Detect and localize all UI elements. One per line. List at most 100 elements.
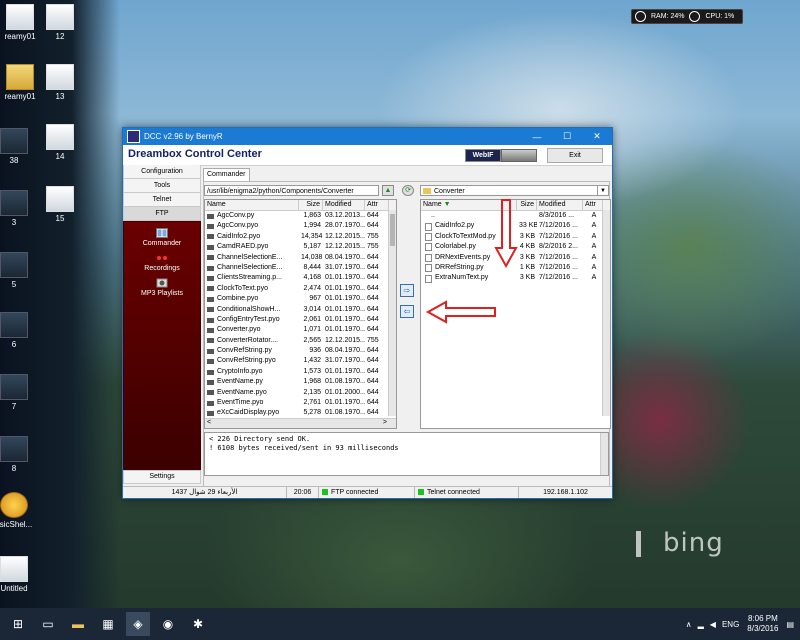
scroll-right-icon[interactable]: > — [383, 419, 387, 426]
task-view-button[interactable]: ▭ — [36, 612, 60, 636]
table-row[interactable]: ClockToTextMod.py 3 KB 7/12/2016 ... A — [421, 232, 610, 242]
maximize-button[interactable]: ☐ — [552, 128, 582, 145]
desktop-icon[interactable]: 14 — [40, 124, 80, 161]
column-header-attr[interactable]: Attr — [583, 200, 603, 210]
column-header-size[interactable]: Size — [517, 200, 537, 210]
table-row[interactable]: CaidInfo2.pyo 14,354 12.12.2015... 755 — [205, 232, 396, 242]
table-row[interactable]: EventName.pyo 2,135 01.01.2000... 644 — [205, 388, 396, 398]
table-row[interactable]: AgcConv.py 1,863 03.12.2013... 644 — [205, 211, 396, 221]
status-telnet: Telnet connected — [415, 487, 519, 498]
desktop-icon[interactable]: reamy01 — [0, 64, 40, 101]
local-folder-select[interactable]: Converter ▼ — [420, 185, 609, 196]
scroll-left-icon[interactable]: < — [205, 419, 211, 426]
table-row[interactable]: ExtraNumText.py 3 KB 7/12/2016 ... A — [421, 273, 610, 283]
file-name: EventTime.pyo — [205, 398, 299, 408]
table-row[interactable]: AgcConv.pyo 1,994 28.07.1970... 644 — [205, 221, 396, 231]
table-row[interactable]: CryptoInfo.pyo 1,573 01.01.1970... 644 — [205, 367, 396, 377]
column-header-name[interactable]: Name ▼ — [421, 200, 517, 210]
language-indicator[interactable]: ENG — [722, 620, 739, 629]
log-scrollbar[interactable] — [600, 433, 608, 475]
refresh-button[interactable]: ⟳ — [402, 185, 414, 196]
table-row[interactable]: ConditionalShowH... 3,014 01.01.1970... 644 — [205, 305, 396, 315]
remote-list-scrollbar[interactable] — [388, 210, 396, 416]
table-row[interactable]: CamdRAED.pyo 5,187 12.12.2015... 755 — [205, 242, 396, 252]
network-icon[interactable]: ▂ — [698, 620, 704, 629]
close-button[interactable]: ✕ — [582, 128, 612, 145]
sidebar-tab-configuration[interactable]: Configuration — [123, 165, 201, 179]
taskbar-app[interactable]: ✱ — [186, 612, 210, 636]
desktop-icon[interactable]: 7 — [0, 374, 34, 411]
table-row[interactable]: ConvRefString.pyo 1,432 31.07.1970... 644 — [205, 356, 396, 366]
download-button[interactable]: ⇦ — [400, 305, 414, 318]
left-path-field[interactable]: /usr/lib/enigma2/python/Components/Conve… — [204, 185, 379, 196]
desktop-icon[interactable]: 8 — [0, 436, 34, 473]
local-file-list[interactable]: Name ▼ Size Modified Attr .. 8/3/2016 ...… — [420, 199, 611, 429]
start-button[interactable]: ⊞ — [6, 612, 30, 636]
exit-button[interactable]: Exit — [547, 148, 603, 163]
file-size: 2,135 — [303, 388, 321, 396]
desktop-icon[interactable]: 6 — [0, 312, 34, 349]
table-row[interactable]: EventName.py 1,968 01.08.1970... 644 — [205, 377, 396, 387]
notifications-icon[interactable]: ▤ — [786, 620, 794, 629]
volume-icon[interactable]: ◀ — [710, 620, 716, 629]
minimize-button[interactable]: — — [522, 128, 552, 145]
table-row[interactable]: ConfigEntryTest.pyo 2,061 01.01.1970... 644 — [205, 315, 396, 325]
upload-button[interactable]: ⇨ — [400, 284, 414, 297]
parent-dir-button[interactable]: ▲ — [382, 185, 394, 196]
desktop-icon[interactable]: 38 — [0, 128, 34, 165]
remote-file-list[interactable]: Name Size Modified Attr AgcConv.py 1,863 0… — [204, 199, 397, 429]
file-attr: 644 — [367, 367, 379, 375]
webif-button[interactable]: WebIF — [465, 149, 501, 162]
sidebar-item-recordings[interactable]: Recordings — [124, 253, 200, 272]
column-header-name[interactable]: Name — [205, 200, 299, 210]
table-row[interactable]: Combine.pyo 967 01.01.1970... 644 — [205, 294, 396, 304]
desktop-icon[interactable]: 3 — [0, 190, 34, 227]
table-row[interactable]: ConvRefString.py 936 08.04.1970... 644 — [205, 346, 396, 356]
desktop-icon[interactable]: ssicShel... — [0, 492, 34, 529]
local-list-scrollbar[interactable] — [602, 210, 610, 416]
settings-button[interactable]: Settings — [123, 470, 201, 484]
title-bar[interactable]: DCC v2.96 by BernyR — ☐ ✕ — [123, 128, 612, 145]
sidebar-item-mp3-playlists[interactable]: MP3 Playlists — [124, 278, 200, 297]
desktop-icon[interactable]: 12 — [40, 4, 80, 41]
taskbar-app[interactable]: ◉ — [156, 612, 180, 636]
table-row[interactable]: Colorlabel.py 4 KB 8/2/2016 2... A — [421, 242, 610, 252]
remote-list-hscrollbar[interactable]: < > — [205, 418, 396, 428]
sidebar-item-commander[interactable]: Commander — [124, 228, 200, 247]
table-row[interactable]: ClockToText.pyo 2,474 01.01.1970... 644 — [205, 284, 396, 294]
sidebar: Configuration Tools Telnet FTP Commander… — [123, 165, 201, 485]
desktop-icon[interactable]: 13 — [40, 64, 80, 101]
desktop-icon[interactable]: reamy01 — [0, 4, 40, 41]
table-row[interactable]: Converter.pyo 1,071 01.01.1970... 644 — [205, 325, 396, 335]
column-header-modified[interactable]: Modified — [323, 200, 365, 210]
desktop-icon[interactable]: 15 — [40, 186, 80, 223]
system-monitor: RAM: 24% CPU: 1% — [631, 9, 743, 24]
desktop-icon[interactable]: Untitled — [0, 556, 34, 593]
sidebar-tab-ftp[interactable]: FTP — [123, 207, 201, 221]
table-row[interactable]: DRNextEvents.py 3 KB 7/12/2016 ... A — [421, 253, 610, 263]
table-row[interactable]: CaidInfo2.py 33 KB 7/12/2016 ... A — [421, 221, 610, 231]
column-header-modified[interactable]: Modified — [537, 200, 583, 210]
taskbar-dcc[interactable]: ◈ — [126, 612, 150, 636]
tray-clock[interactable]: 8:06 PM 8/3/2016 — [747, 614, 778, 634]
sidebar-tab-telnet[interactable]: Telnet — [123, 193, 201, 207]
table-row[interactable]: ConverterRotator.... 2,565 12.12.2015... 75… — [205, 336, 396, 346]
tab-commander[interactable]: Commander — [203, 168, 250, 181]
taskbar-store[interactable]: ▦ — [96, 612, 120, 636]
table-row[interactable]: .. 8/3/2016 ... A — [421, 211, 610, 221]
scroll-thumb[interactable] — [390, 214, 395, 246]
file-modified: 7/12/2016 ... — [539, 263, 578, 271]
table-row[interactable]: ChannelSelectionE... 8,444 31.07.1970... 64… — [205, 263, 396, 273]
table-row[interactable]: ChannelSelectionE... 14,038 08.04.1970... 6… — [205, 253, 396, 263]
chevron-down-icon[interactable]: ▼ — [597, 186, 608, 195]
table-row[interactable]: ClientsStreaming.p... 4,168 01.01.1970... 6… — [205, 273, 396, 283]
column-header-size[interactable]: Size — [299, 200, 323, 210]
column-header-attr[interactable]: Attr — [365, 200, 389, 210]
table-row[interactable]: DRRefString.py 1 KB 7/12/2016 ... A — [421, 263, 610, 273]
sidebar-tab-tools[interactable]: Tools — [123, 179, 201, 193]
chevron-up-icon[interactable]: ∧ — [686, 620, 692, 629]
desktop-icon[interactable]: 5 — [0, 252, 34, 289]
telnet-console-button[interactable] — [501, 149, 537, 162]
table-row[interactable]: EventTime.pyo 2,761 01.01.1970... 644 — [205, 398, 396, 408]
taskbar-explorer[interactable]: ▬ — [66, 612, 90, 636]
